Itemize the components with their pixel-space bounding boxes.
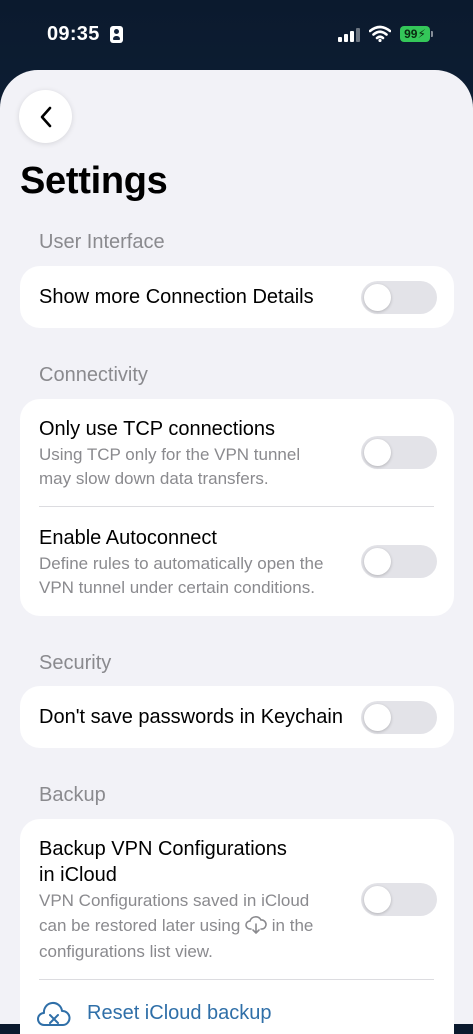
section-header-backup: Backup bbox=[39, 784, 106, 806]
tcp-label: Only use TCP connections bbox=[39, 418, 276, 440]
section-header-security: Security bbox=[39, 652, 112, 674]
icloud-backup-label-line1: Backup VPN Configurations bbox=[39, 838, 287, 860]
battery-indicator: 99⚡ bbox=[400, 26, 430, 42]
cloud-download-icon bbox=[245, 916, 267, 934]
back-button[interactable] bbox=[19, 90, 72, 143]
card-user-interface: Show more Connection Details bbox=[20, 266, 454, 328]
autoconnect-label: Enable Autoconnect bbox=[39, 527, 217, 549]
keychain-toggle[interactable] bbox=[361, 701, 437, 734]
cloud-x-icon bbox=[37, 1002, 71, 1026]
status-time: 09:35 bbox=[47, 23, 100, 45]
card-security: Don't save passwords in Keychain bbox=[20, 686, 454, 748]
autoconnect-toggle[interactable] bbox=[361, 545, 437, 578]
icloud-backup-label-line2: in iCloud bbox=[39, 864, 117, 886]
show-details-label: Show more Connection Details bbox=[39, 286, 314, 308]
reset-icloud-backup-label: Reset iCloud backup bbox=[87, 1002, 272, 1024]
autoconnect-subtitle-line1: Define rules to automatically open the bbox=[39, 554, 324, 573]
person-badge-icon bbox=[110, 26, 123, 43]
card-backup: Backup VPN Configurations in iCloud VPN … bbox=[20, 819, 454, 1034]
section-header-connectivity: Connectivity bbox=[39, 364, 148, 386]
icloud-backup-subtitle-line2: can be restored later using in the bbox=[39, 913, 313, 938]
keychain-label: Don't save passwords in Keychain bbox=[39, 706, 343, 728]
icloud-backup-toggle[interactable] bbox=[361, 883, 437, 916]
divider bbox=[39, 506, 434, 507]
chevron-left-icon bbox=[40, 106, 51, 127]
battery-level: 99 bbox=[404, 27, 418, 41]
subtitle-text-b: in the bbox=[271, 916, 314, 935]
divider bbox=[39, 979, 434, 980]
cellular-signal-icon bbox=[338, 27, 360, 42]
charging-bolt-icon: ⚡ bbox=[417, 27, 426, 41]
battery-tip bbox=[431, 31, 433, 37]
icloud-backup-subtitle-line3: configurations list view. bbox=[39, 942, 213, 961]
status-bar: 09:35 99⚡ bbox=[0, 0, 473, 70]
tcp-subtitle-line1: Using TCP only for the VPN tunnel bbox=[39, 445, 301, 464]
icloud-backup-subtitle-line1: VPN Configurations saved in iCloud bbox=[39, 891, 310, 910]
autoconnect-subtitle-line2: VPN tunnel under certain conditions. bbox=[39, 578, 315, 597]
settings-sheet: Settings User Interface Show more Connec… bbox=[0, 70, 473, 1034]
subtitle-text-a: can be restored later using bbox=[39, 916, 241, 935]
section-header-user-interface: User Interface bbox=[39, 231, 165, 253]
tcp-toggle[interactable] bbox=[361, 436, 437, 469]
show-details-toggle[interactable] bbox=[361, 281, 437, 314]
page-title: Settings bbox=[20, 160, 168, 202]
card-connectivity: Only use TCP connections Using TCP only … bbox=[20, 399, 454, 616]
tcp-subtitle-line2: may slow down data transfers. bbox=[39, 469, 269, 488]
wifi-icon bbox=[369, 25, 391, 42]
